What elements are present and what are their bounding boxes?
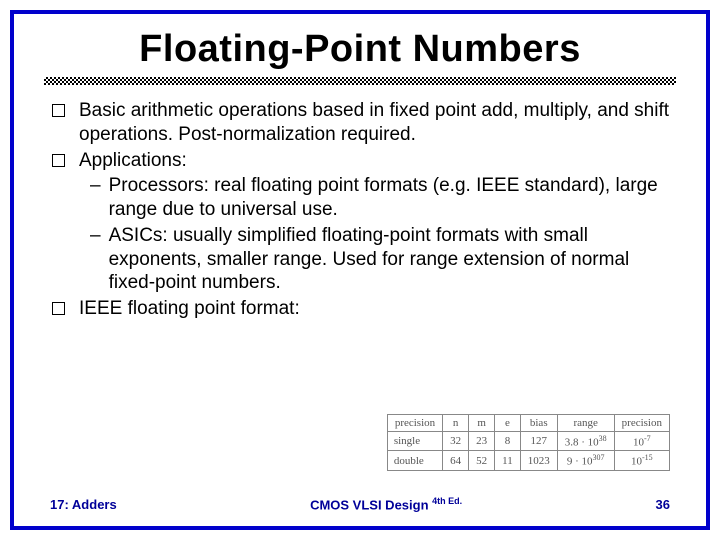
col-header: m [469,414,495,431]
footer-page-number: 36 [656,497,670,512]
col-header: precision [614,414,669,431]
cell: 9 · 10307 [557,451,614,471]
cell-label: single [387,431,442,451]
sub-bullet-text: Processors: real floating point formats … [109,174,676,222]
bullet-item: IEEE floating point format: [44,297,676,321]
cell: 10-15 [614,451,669,471]
title-rule [44,77,676,85]
cell: 11 [495,451,521,471]
cell: 10-7 [614,431,669,451]
col-header: bias [520,414,557,431]
col-header: n [443,414,469,431]
bullet-item: Applications: [44,149,676,173]
bullet-box-icon [52,302,65,315]
table-header-row: precision n m e bias range precision [387,414,669,431]
col-header: precision [387,414,442,431]
bullet-text: Basic arithmetic operations based in fix… [79,99,676,147]
content-area: Basic arithmetic operations based in fix… [44,99,676,321]
bullet-box-icon [52,104,65,117]
table-row: double 64 52 11 1023 9 · 10307 10-15 [387,451,669,471]
cell: 8 [495,431,521,451]
cell: 3.8 · 1038 [557,431,614,451]
cell: 64 [443,451,469,471]
cell: 23 [469,431,495,451]
footer-center: CMOS VLSI Design 4th Ed. [117,496,656,512]
bullet-item: Basic arithmetic operations based in fix… [44,99,676,147]
bullet-box-icon [52,154,65,167]
cell: 1023 [520,451,557,471]
bullet-text: IEEE floating point format: [79,297,676,321]
dash-icon: – [90,174,101,198]
slide: Floating-Point Numbers Basic arithmetic … [10,10,710,530]
sub-bullet-text: ASICs: usually simplified floating-point… [109,224,676,295]
sub-bullet-item: – ASICs: usually simplified floating-poi… [44,224,676,295]
slide-footer: 17: Adders CMOS VLSI Design 4th Ed. 36 [14,496,706,512]
col-header: range [557,414,614,431]
ieee-format-table: precision n m e bias range precision sin… [387,414,670,471]
slide-title: Floating-Point Numbers [44,28,676,71]
table-row: single 32 23 8 127 3.8 · 1038 10-7 [387,431,669,451]
col-header: e [495,414,521,431]
bullet-text: Applications: [79,149,676,173]
footer-left: 17: Adders [50,497,117,512]
dash-icon: – [90,224,101,248]
cell-label: double [387,451,442,471]
sub-bullet-item: – Processors: real floating point format… [44,174,676,222]
cell: 52 [469,451,495,471]
cell: 32 [443,431,469,451]
cell: 127 [520,431,557,451]
